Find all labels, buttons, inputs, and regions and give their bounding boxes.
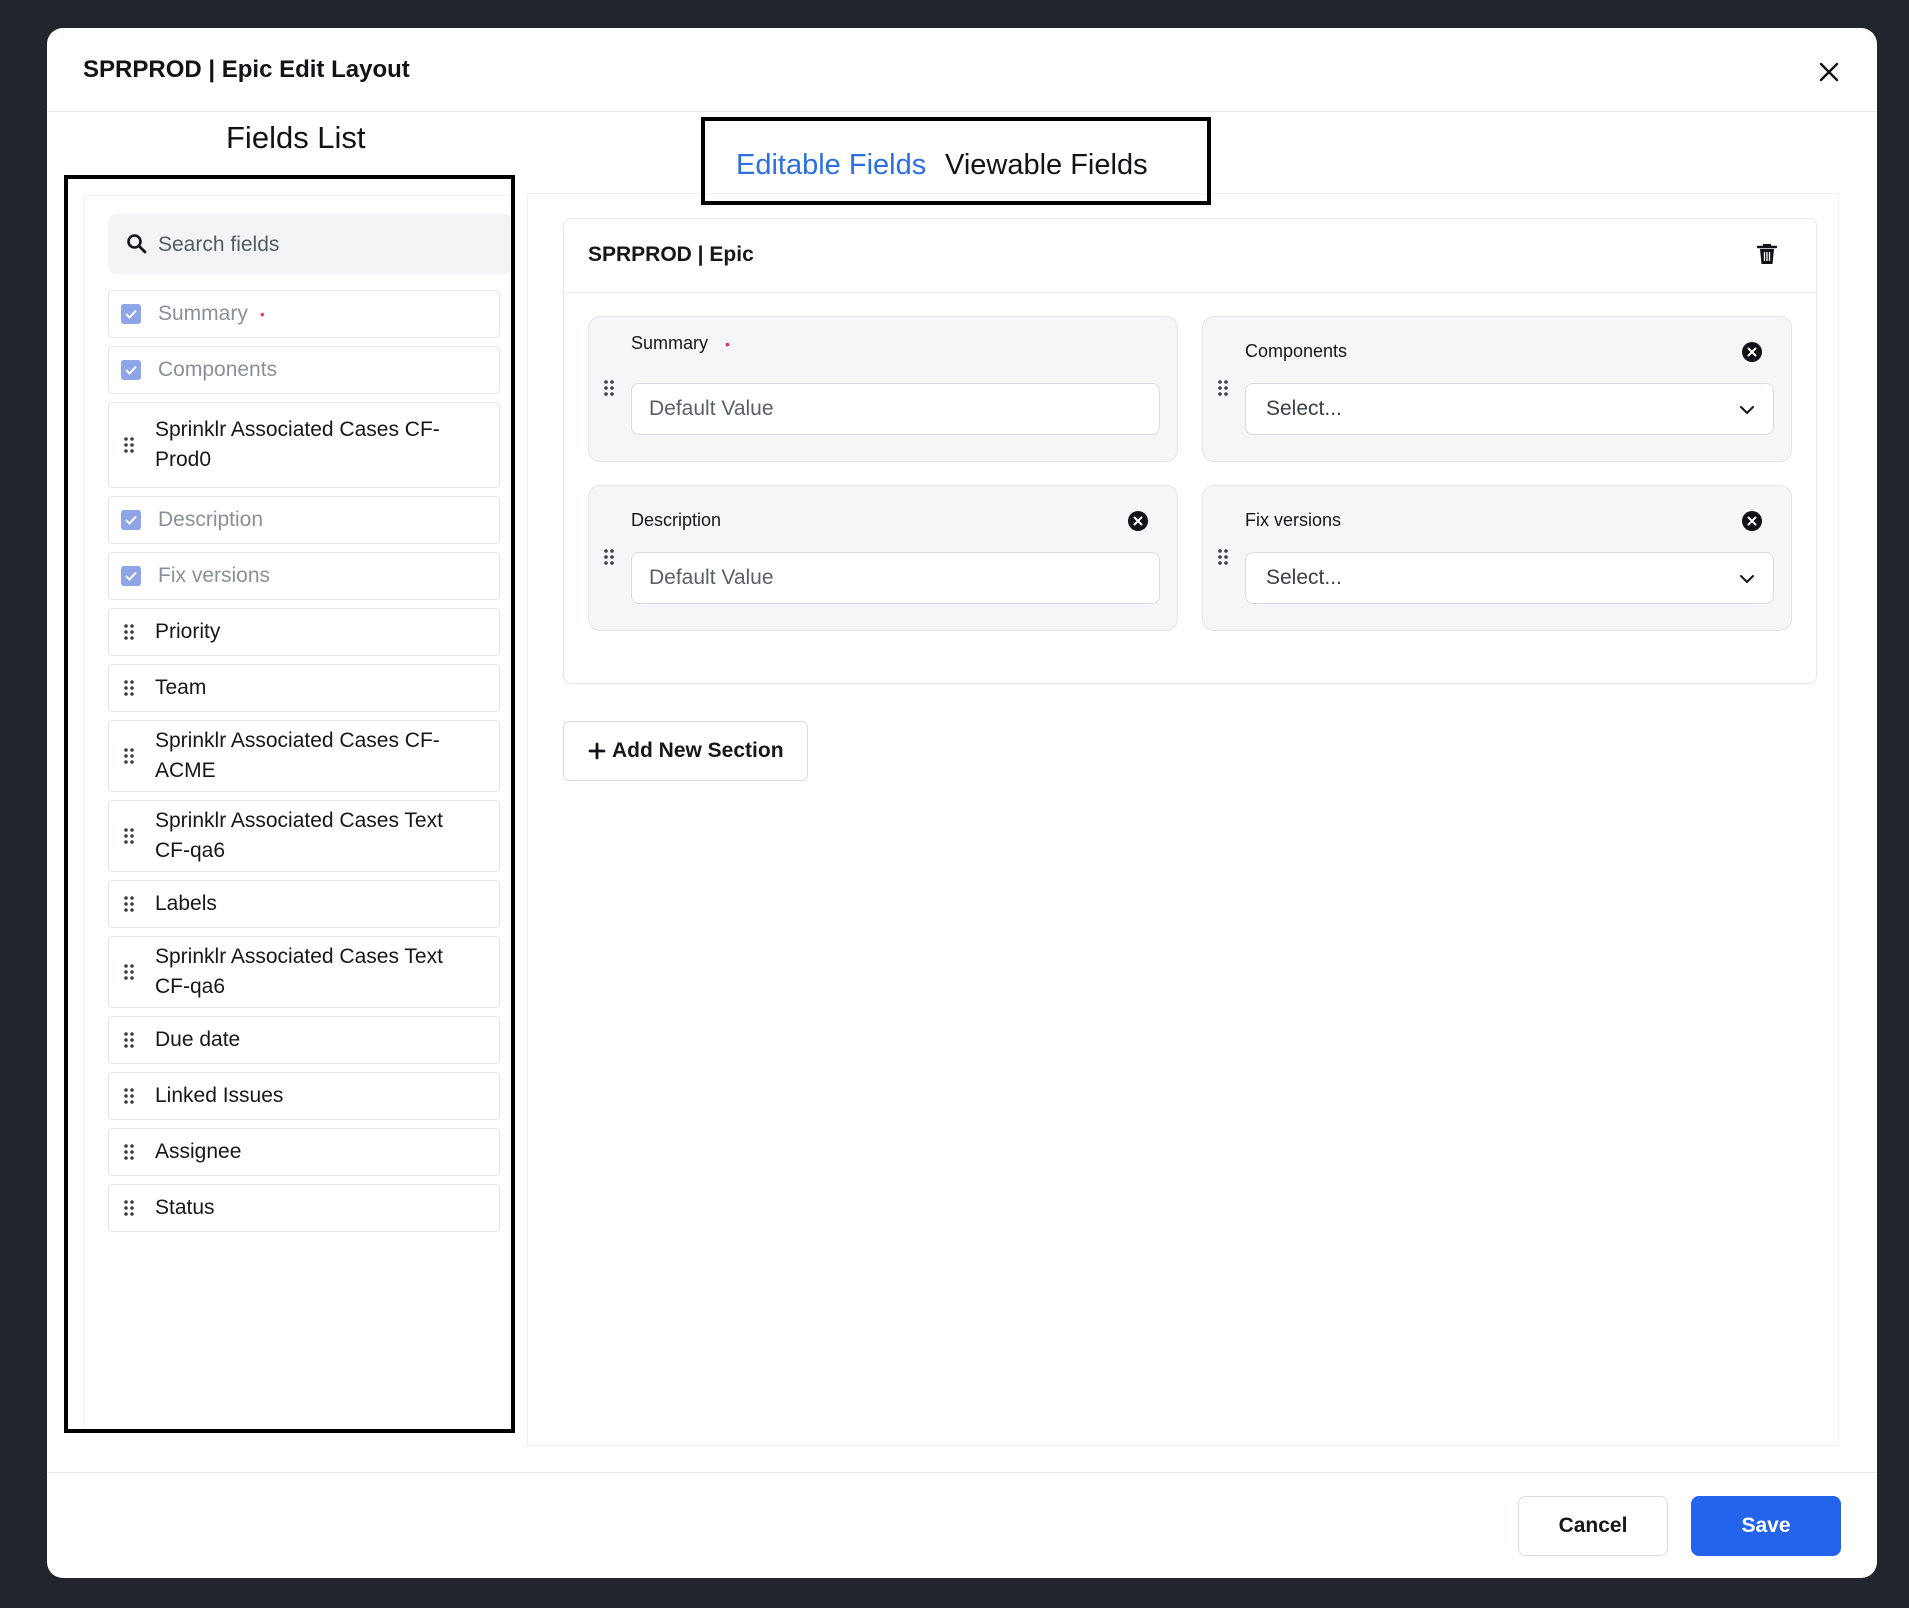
search-icon — [127, 234, 147, 254]
field-card-description: Description — [588, 485, 1178, 631]
field-card-fix-versions: Fix versions Select... — [1202, 485, 1792, 631]
field-item-label: Fix versions — [158, 564, 271, 587]
drag-handle-icon[interactable] — [123, 436, 135, 454]
drag-handle-icon[interactable] — [123, 679, 135, 697]
field-item-sprinklr-text-cf-qa6-2[interactable]: Sprinklr Associated Cases Text CF-qa6 — [108, 936, 500, 1008]
checkbox-checked-icon[interactable] — [121, 360, 141, 380]
close-icon[interactable] — [1817, 60, 1841, 84]
drag-handle-icon[interactable] — [603, 548, 615, 566]
field-item-linked-issues[interactable]: Linked Issues — [108, 1072, 500, 1120]
drag-handle-icon[interactable] — [123, 747, 135, 765]
required-mark: • — [725, 336, 730, 352]
field-item-label: Description — [158, 508, 264, 531]
checkbox-checked-icon[interactable] — [121, 510, 141, 530]
field-item-label: Summary — [158, 302, 248, 325]
field-item-label: Priority — [155, 620, 221, 643]
field-item-label: Sprinklr Associated Cases Text CF-qa6 — [155, 945, 443, 998]
field-item-label: Due date — [155, 1028, 241, 1051]
field-item-due-date[interactable]: Due date — [108, 1016, 500, 1064]
components-select[interactable]: Select... — [1245, 383, 1774, 435]
modal-header: SPRPROD | Epic Edit Layout — [47, 28, 1877, 112]
field-item-fix-versions[interactable]: Fix versions — [108, 552, 500, 600]
select-value: Select... — [1266, 397, 1342, 420]
field-item-label: Components — [158, 358, 278, 381]
field-item-team[interactable]: Team — [108, 664, 500, 712]
field-item-label: Labels — [155, 892, 217, 915]
drag-handle-icon[interactable] — [123, 1199, 135, 1217]
field-card-label-text: Summary — [631, 333, 709, 353]
field-item-description[interactable]: Description — [108, 496, 500, 544]
tab-viewable-fields[interactable]: Viewable Fields — [945, 149, 1148, 182]
checkbox-checked-icon[interactable] — [121, 304, 141, 324]
cancel-button[interactable]: Cancel — [1518, 1496, 1668, 1556]
add-new-section-label: Add New Section — [612, 739, 784, 762]
field-item-priority[interactable]: Priority — [108, 608, 500, 656]
drag-handle-icon[interactable] — [123, 1087, 135, 1105]
field-item-label: Sprinklr Associated Cases CF-Prod0 — [155, 418, 440, 471]
section-header: SPRPROD | Epic — [564, 219, 1816, 293]
field-card-summary: Summary • — [588, 316, 1178, 462]
modal-title: SPRPROD | Epic Edit Layout — [83, 56, 410, 83]
edit-layout-modal: SPRPROD | Epic Edit Layout Fields List S… — [47, 28, 1877, 1578]
summary-default-input[interactable] — [631, 383, 1160, 435]
field-item-sprinklr-cf-prod0[interactable]: Sprinklr Associated Cases CF-Prod0 — [108, 402, 500, 488]
trash-icon[interactable] — [1756, 243, 1778, 267]
drag-handle-icon[interactable] — [123, 895, 135, 913]
chevron-down-icon — [1740, 406, 1754, 415]
field-item-components[interactable]: Components — [108, 346, 500, 394]
field-card-label-text: Components — [1245, 341, 1348, 361]
fields-list-panel: Summary • Components Sprinklr Associated… — [64, 175, 515, 1433]
remove-circle-icon[interactable] — [1127, 510, 1149, 532]
field-item-label: Team — [155, 676, 207, 699]
description-default-input[interactable] — [631, 552, 1160, 604]
checkbox-checked-icon[interactable] — [121, 566, 141, 586]
add-new-section-button[interactable]: Add New Section — [563, 721, 808, 781]
drag-handle-icon[interactable] — [123, 1031, 135, 1049]
search-box[interactable] — [108, 214, 511, 276]
fields-list-label: Fields List — [226, 120, 366, 155]
section-card: SPRPROD | Epic Summary • Components — [563, 218, 1817, 684]
drag-handle-icon[interactable] — [123, 827, 135, 845]
field-card-label-text: Fix versions — [1245, 510, 1342, 530]
plus-icon — [588, 742, 606, 760]
field-item-sprinklr-cf-acme[interactable]: Sprinklr Associated Cases CF-ACME — [108, 720, 500, 792]
tabs-bar: Editable Fields Viewable Fields — [701, 117, 1211, 205]
field-item-label: Sprinklr Associated Cases Text CF-qa6 — [155, 809, 443, 862]
field-item-status[interactable]: Status — [108, 1184, 500, 1232]
drag-handle-icon[interactable] — [123, 1143, 135, 1161]
field-item-label: Status — [155, 1196, 215, 1219]
drag-handle-icon[interactable] — [1217, 548, 1229, 566]
field-item-label: Assignee — [155, 1140, 242, 1163]
field-card-components: Components Select... — [1202, 316, 1792, 462]
remove-circle-icon[interactable] — [1741, 341, 1763, 363]
field-card-label: Summary • — [631, 333, 730, 354]
chevron-down-icon — [1740, 575, 1754, 584]
drag-handle-icon[interactable] — [123, 623, 135, 641]
tab-editable-fields[interactable]: Editable Fields — [736, 149, 926, 182]
drag-handle-icon[interactable] — [123, 963, 135, 981]
field-item-assignee[interactable]: Assignee — [108, 1128, 500, 1176]
remove-circle-icon[interactable] — [1741, 510, 1763, 532]
section-title: SPRPROD | Epic — [588, 243, 754, 266]
fields-list-inner: Summary • Components Sprinklr Associated… — [84, 195, 511, 1429]
field-item-labels[interactable]: Labels — [108, 880, 500, 928]
field-item-sprinklr-text-cf-qa6[interactable]: Sprinklr Associated Cases Text CF-qa6 — [108, 800, 500, 872]
select-value: Select... — [1266, 566, 1342, 589]
field-item-label: Sprinklr Associated Cases CF-ACME — [155, 729, 440, 782]
required-mark: • — [259, 306, 265, 322]
field-item-label: Linked Issues — [155, 1084, 284, 1107]
drag-handle-icon[interactable] — [603, 379, 615, 397]
field-item-summary[interactable]: Summary • — [108, 290, 500, 338]
save-button[interactable]: Save — [1691, 1496, 1841, 1556]
field-card-label-text: Description — [631, 510, 722, 530]
drag-handle-icon[interactable] — [1217, 379, 1229, 397]
search-input[interactable] — [156, 214, 500, 276]
fix-versions-select[interactable]: Select... — [1245, 552, 1774, 604]
